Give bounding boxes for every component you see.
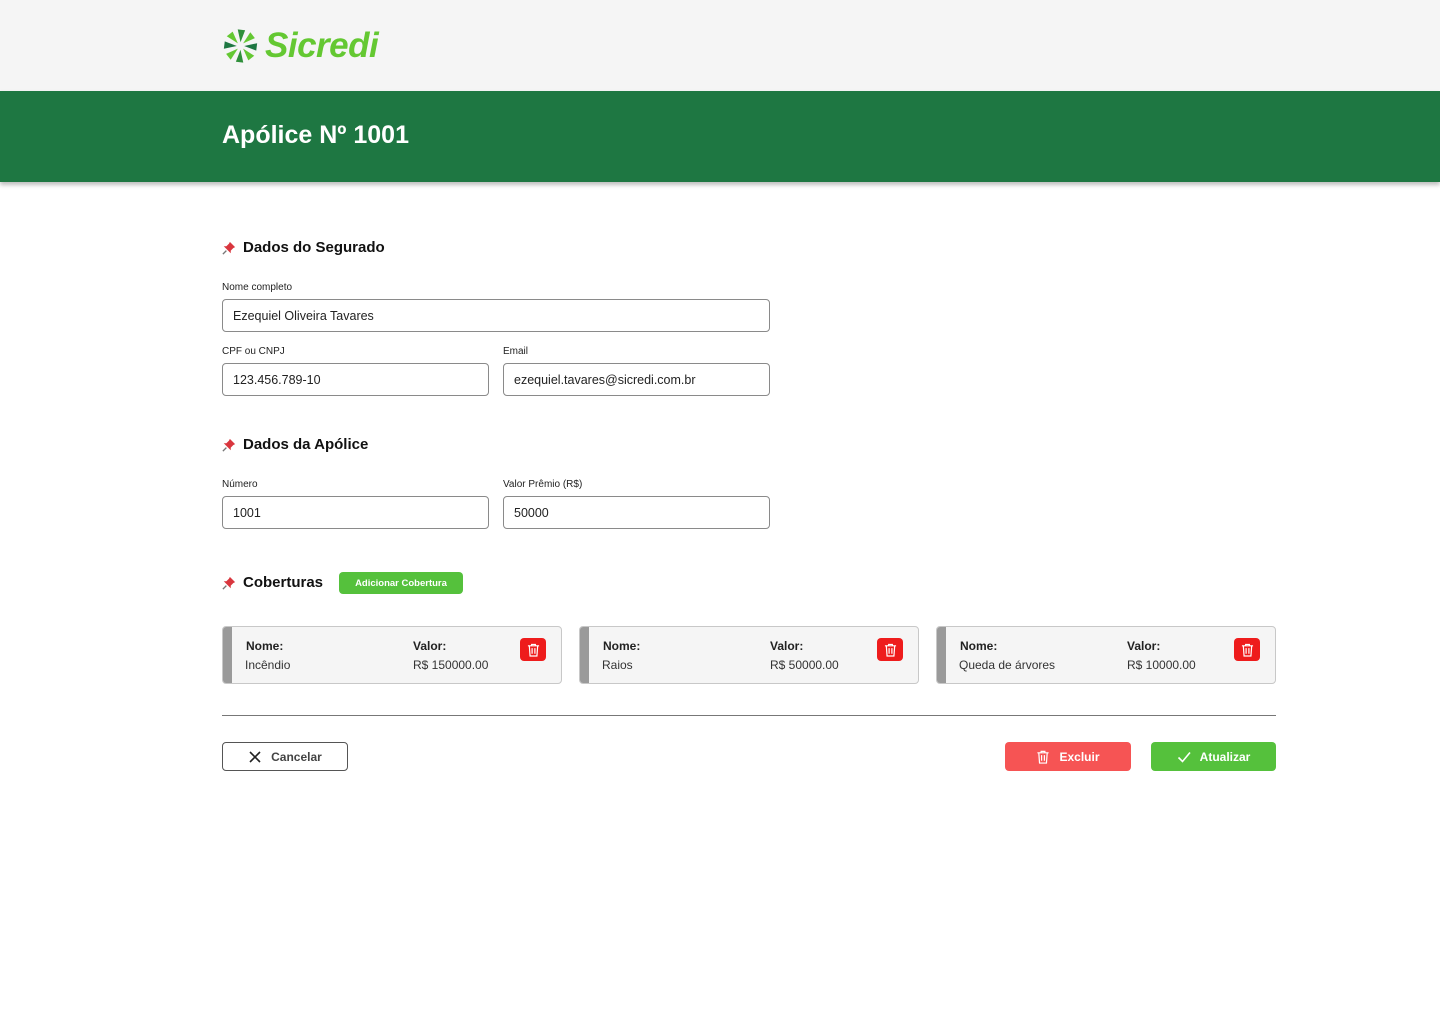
pushpin-icon [222, 241, 236, 255]
coverage-name-label: Nome: [960, 639, 998, 653]
delete-coverage-button[interactable] [1234, 638, 1260, 661]
coverage-card: Nome: Incêndio Valor: R$ 150000.00 [222, 626, 562, 684]
coverage-name-value: Queda de árvores [959, 658, 1056, 672]
trash-icon [1241, 643, 1253, 657]
close-icon [249, 750, 261, 763]
coverage-name-label: Nome: [246, 639, 284, 653]
coverage-value-value: R$ 10000.00 [1127, 658, 1196, 672]
sicredi-logo-icon [223, 28, 258, 63]
cancel-label: Cancelar [271, 749, 322, 764]
email-label: Email [503, 346, 529, 357]
coverage-value-label: Valor: [770, 639, 804, 653]
delete-label: Excluir [1059, 749, 1100, 764]
trash-icon [527, 643, 539, 657]
cancel-button[interactable]: Cancelar [222, 742, 348, 771]
coverage-value-label: Valor: [1127, 639, 1161, 653]
delete-coverage-button[interactable] [520, 638, 546, 661]
section-coberturas-title: Coberturas [222, 574, 323, 591]
divider [222, 715, 1276, 716]
section-apolice-label: Dados da Apólice [243, 436, 369, 453]
update-label: Atualizar [1199, 749, 1251, 764]
nome-label: Nome completo [222, 282, 293, 293]
valor-premio-label: Valor Prêmio (R$) [503, 479, 583, 490]
coverage-card: Nome: Queda de árvores Valor: R$ 10000.0… [936, 626, 1276, 684]
trash-icon [1037, 750, 1050, 764]
update-button[interactable]: Atualizar [1151, 742, 1276, 771]
delete-policy-button[interactable]: Excluir [1005, 742, 1131, 771]
delete-coverage-button[interactable] [877, 638, 903, 661]
add-coverage-button[interactable]: Adicionar Cobertura [339, 572, 463, 594]
email-input[interactable] [503, 363, 770, 396]
pushpin-icon [222, 438, 236, 452]
top-bar: Sicredi [0, 0, 1440, 91]
section-segurado-title: Dados do Segurado [222, 239, 385, 256]
coverage-value-value: R$ 50000.00 [770, 658, 839, 672]
card-accent-stripe [580, 627, 589, 683]
coverage-value-value: R$ 150000.00 [413, 658, 489, 672]
coverage-value-label: Valor: [413, 639, 447, 653]
pushpin-icon [222, 576, 236, 590]
card-accent-stripe [223, 627, 232, 683]
coverage-name-value: Incêndio [245, 658, 291, 672]
page-header: Apólice Nº 1001 [0, 91, 1440, 182]
numero-input[interactable] [222, 496, 489, 529]
sicredi-logo[interactable]: Sicredi [222, 25, 379, 66]
page-title: Apólice Nº 1001 [222, 121, 409, 149]
valor-premio-input[interactable] [503, 496, 770, 529]
section-coberturas-label: Coberturas [243, 574, 324, 591]
card-accent-stripe [937, 627, 946, 683]
cpf-label: CPF ou CNPJ [222, 346, 285, 357]
nome-input[interactable] [222, 299, 770, 332]
section-segurado-label: Dados do Segurado [243, 239, 385, 256]
coverage-name-value: Raios [602, 658, 633, 672]
brand-name: Sicredi [265, 25, 379, 65]
cpf-input[interactable] [222, 363, 489, 396]
coverage-name-label: Nome: [603, 639, 641, 653]
check-icon [1177, 751, 1191, 763]
section-apolice-title: Dados da Apólice [222, 436, 368, 453]
trash-icon [884, 643, 896, 657]
numero-label: Número [222, 479, 258, 490]
coverage-card: Nome: Raios Valor: R$ 50000.00 [579, 626, 919, 684]
